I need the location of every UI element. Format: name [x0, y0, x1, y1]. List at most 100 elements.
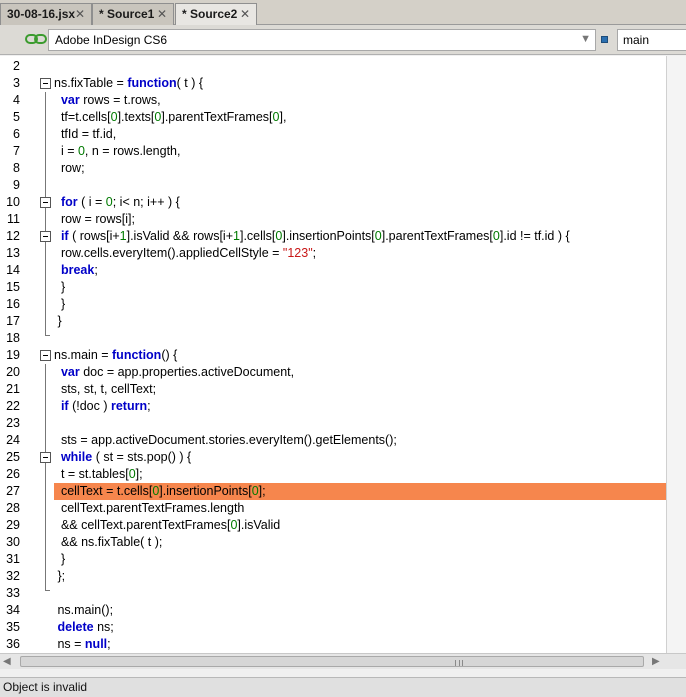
- code-line[interactable]: 19 ns.main = function() {: [0, 347, 666, 364]
- collapse-icon[interactable]: [40, 197, 51, 208]
- code-token: sts = app.activeDocument.stories.everyIt…: [54, 433, 397, 447]
- code-token: };: [54, 569, 66, 583]
- code-token: ; i< n; i++ ) {: [112, 195, 180, 209]
- number-token: 0: [251, 484, 259, 498]
- code-line[interactable]: 35 delete ns;: [0, 619, 666, 636]
- code-token: ( t ) {: [176, 76, 204, 90]
- line-number: 34: [6, 603, 20, 617]
- code-token: ].parentTextFrames[: [161, 110, 273, 124]
- keyword-token: for: [60, 195, 78, 209]
- stop-icon[interactable]: [601, 36, 608, 43]
- status-bar: Object is invalid: [0, 677, 686, 697]
- close-icon[interactable]: ✕: [240, 7, 250, 21]
- code-token: ],: [279, 110, 287, 124]
- code-text: sts, st, t, cellText;: [54, 381, 666, 398]
- tab-30-08-16-jsx[interactable]: 30-08-16.jsx ✕: [0, 3, 92, 25]
- collapse-icon[interactable]: [40, 231, 51, 242]
- code-line[interactable]: 34 ns.main();: [0, 602, 666, 619]
- tab-label: * Source1: [99, 7, 155, 21]
- line-number: 31: [6, 552, 20, 566]
- code-text: row;: [54, 160, 666, 177]
- keyword-token: break: [60, 263, 95, 277]
- code-line[interactable]: 30 && ns.fixTable( t );: [0, 534, 666, 551]
- target-application-select[interactable]: Adobe InDesign CS6 ▼: [48, 29, 596, 51]
- code-line[interactable]: 36 ns = null;: [0, 636, 666, 653]
- code-line[interactable]: 21 sts, st, t, cellText;: [0, 381, 666, 398]
- code-line[interactable]: 22 if (!doc ) return;: [0, 398, 666, 415]
- scroll-left-icon[interactable]: ◀: [3, 656, 11, 667]
- code-line[interactable]: 31 }: [0, 551, 666, 568]
- code-line[interactable]: 12 if ( rows[i+1].isValid && rows[i+1].c…: [0, 228, 666, 245]
- line-number: 23: [6, 416, 20, 430]
- code-line[interactable]: 18: [0, 330, 666, 347]
- tab-source1[interactable]: * Source1 ✕: [92, 3, 174, 25]
- vertical-scrollbar[interactable]: [666, 56, 686, 653]
- close-icon[interactable]: ✕: [75, 7, 85, 21]
- code-line[interactable]: 28 cellText.parentTextFrames.length: [0, 500, 666, 517]
- line-number: 32: [6, 569, 20, 583]
- horizontal-scrollbar[interactable]: ◀ ▶: [0, 653, 686, 669]
- code-line[interactable]: 4 var rows = t.rows,: [0, 92, 666, 109]
- line-number: 26: [6, 467, 20, 481]
- code-line[interactable]: 8 row;: [0, 160, 666, 177]
- code-token: ;: [94, 263, 98, 277]
- panel-gap: [0, 669, 686, 677]
- code-line[interactable]: 32 };: [0, 568, 666, 585]
- collapse-icon[interactable]: [40, 78, 51, 89]
- engine-field[interactable]: main: [617, 29, 686, 51]
- code-token: () {: [161, 348, 178, 362]
- code-line[interactable]: 7 i = 0, n = rows.length,: [0, 143, 666, 160]
- code-token: ];: [258, 484, 266, 498]
- code-line[interactable]: 20 var doc = app.properties.activeDocume…: [0, 364, 666, 381]
- chain-link-icon[interactable]: [25, 33, 47, 45]
- code-token: && cellText.parentTextFrames[: [54, 518, 231, 532]
- code-token: tf=t.cells[: [54, 110, 111, 124]
- line-number: 12: [6, 229, 20, 243]
- chevron-down-icon[interactable]: ▼: [580, 33, 591, 45]
- code-text: };: [54, 568, 666, 585]
- code-token: (!doc ): [68, 399, 111, 413]
- code-text: && cellText.parentTextFrames[0].isValid: [54, 517, 666, 534]
- line-number: 8: [13, 161, 20, 175]
- code-text: var doc = app.properties.activeDocument,: [54, 364, 666, 381]
- code-line[interactable]: 33: [0, 585, 666, 602]
- code-token: row;: [54, 161, 85, 175]
- code-text: var rows = t.rows,: [54, 92, 666, 109]
- scroll-right-icon[interactable]: ▶: [652, 656, 660, 667]
- code-text: row.cells.everyItem().appliedCellStyle =…: [54, 245, 666, 262]
- code-line[interactable]: 16 }: [0, 296, 666, 313]
- code-line-error-highlight[interactable]: 27 cellText = t.cells[0].insertionPoints…: [0, 483, 666, 500]
- code-line[interactable]: 6 tfId = tf.id,: [0, 126, 666, 143]
- close-icon[interactable]: ✕: [157, 7, 167, 21]
- code-line[interactable]: 14 break;: [0, 262, 666, 279]
- code-line[interactable]: 17 }: [0, 313, 666, 330]
- code-line[interactable]: 11 row = rows[i];: [0, 211, 666, 228]
- tab-source2[interactable]: * Source2 ✕: [175, 3, 257, 25]
- code-line[interactable]: 29 && cellText.parentTextFrames[0].isVal…: [0, 517, 666, 534]
- number-token: 0: [110, 110, 118, 124]
- code-line[interactable]: 25 while ( st = sts.pop() ) {: [0, 449, 666, 466]
- code-token: }: [54, 280, 66, 294]
- code-line[interactable]: 26 t = st.tables[0];: [0, 466, 666, 483]
- number-token: 1: [233, 229, 240, 243]
- collapse-icon[interactable]: [40, 350, 51, 361]
- line-number: 11: [7, 212, 20, 226]
- scrollbar-thumb[interactable]: [20, 656, 644, 667]
- code-line[interactable]: 2: [0, 58, 666, 75]
- code-line[interactable]: 9: [0, 177, 666, 194]
- keyword-token: if: [60, 399, 69, 413]
- code-editor[interactable]: 2 3 ns.fixTable = function( t ) {4 var row…: [0, 56, 666, 653]
- code-line[interactable]: 15 }: [0, 279, 666, 296]
- code-token: }: [54, 314, 62, 328]
- code-line[interactable]: 24 sts = app.activeDocument.stories.ever…: [0, 432, 666, 449]
- code-token: ns.main();: [54, 603, 114, 617]
- code-text: cellText.parentTextFrames.length: [54, 500, 666, 517]
- code-line[interactable]: 10 for ( i = 0; i< n; i++ ) {: [0, 194, 666, 211]
- collapse-icon[interactable]: [40, 452, 51, 463]
- code-line[interactable]: 3 ns.fixTable = function( t ) {: [0, 75, 666, 92]
- code-line[interactable]: 23: [0, 415, 666, 432]
- code-line[interactable]: 13 row.cells.everyItem().appliedCellStyl…: [0, 245, 666, 262]
- code-line[interactable]: 5 tf=t.cells[0].texts[0].parentTextFrame…: [0, 109, 666, 126]
